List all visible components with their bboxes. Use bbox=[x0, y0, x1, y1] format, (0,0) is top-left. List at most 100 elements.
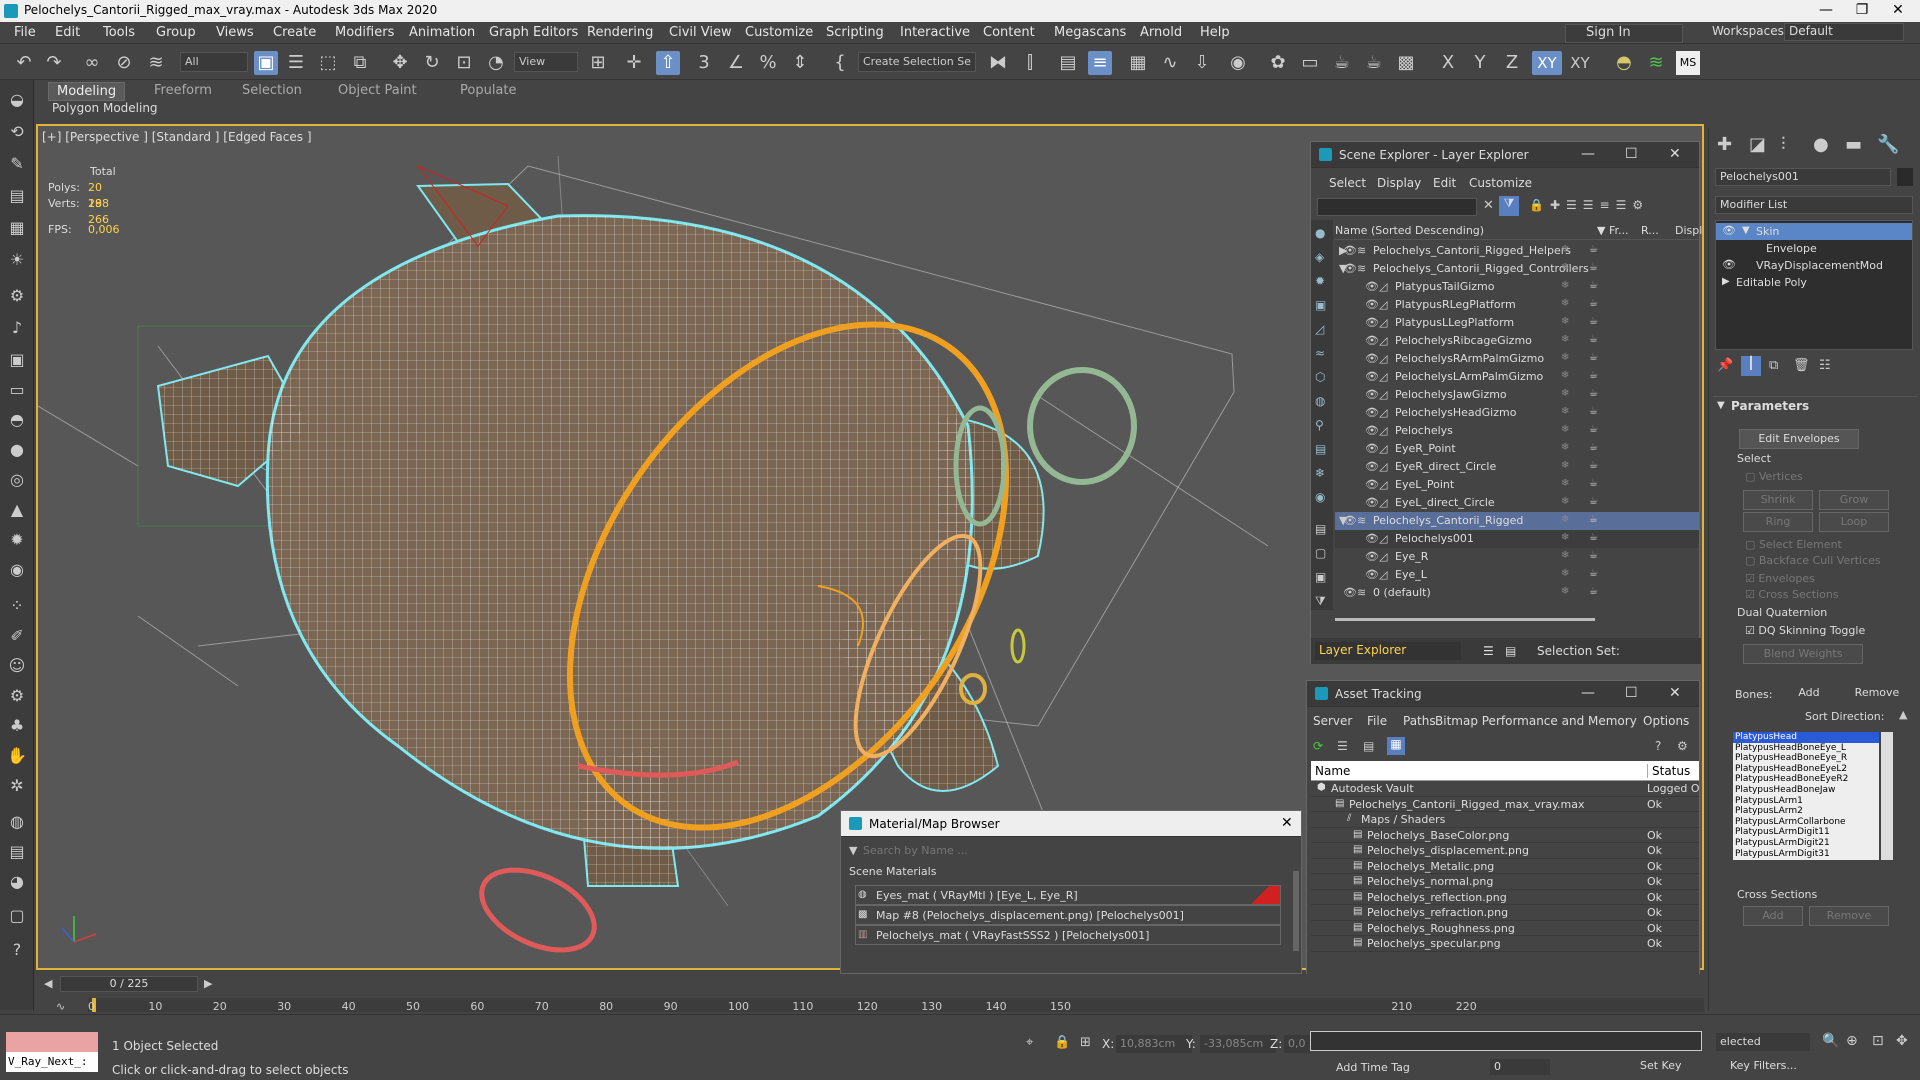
asset-menu-options[interactable]: Options bbox=[1643, 714, 1689, 728]
bone-item[interactable]: PlatypusLArmDigit31 bbox=[1733, 849, 1879, 860]
scene-materials-section[interactable]: Scene Materials bbox=[849, 865, 936, 878]
visibility-eye-icon[interactable]: 👁 bbox=[1365, 568, 1379, 581]
eye-icon[interactable]: 👁 bbox=[1722, 258, 1736, 271]
unlink-icon[interactable]: ⊘ bbox=[112, 51, 136, 75]
menu-create[interactable]: Create bbox=[273, 25, 316, 40]
asset-row[interactable]: ▤ Pelochelys_Metalic.png Ok bbox=[1311, 859, 1699, 874]
menu-arnold[interactable]: Arnold bbox=[1140, 25, 1182, 40]
stack-item-editable-poly[interactable]: ▶ Editable Poly bbox=[1716, 274, 1912, 291]
asset-menu-file[interactable]: File bbox=[1367, 714, 1387, 728]
sphere-icon[interactable]: ● bbox=[6, 440, 28, 462]
asset-menu-bitmap[interactable]: Bitmap Performance and Memory bbox=[1435, 714, 1637, 728]
asset-col-status[interactable]: Status bbox=[1647, 764, 1690, 778]
asset-tracking-titlebar[interactable]: Asset Tracking — ☐ ✕ bbox=[1307, 681, 1699, 707]
cross-section-add-button[interactable]: Add bbox=[1743, 906, 1803, 926]
expand-icon[interactable]: ▶ bbox=[1722, 276, 1730, 287]
menu-file[interactable]: File bbox=[14, 25, 36, 40]
undo-icon[interactable]: ↶ bbox=[12, 51, 36, 75]
layer-row[interactable]: ▼ 👁 ≋ Pelochelys_Cantorii_Rigged ❄ ☕ bbox=[1335, 512, 1699, 530]
minimize-button[interactable]: — bbox=[1581, 685, 1595, 701]
help-icon[interactable]: ? bbox=[6, 940, 28, 962]
material-search-input[interactable] bbox=[863, 841, 1293, 859]
teapot-icon[interactable]: ◒ bbox=[6, 90, 28, 112]
snaps-toggle-icon[interactable]: 3 bbox=[692, 51, 716, 75]
freeze-icon[interactable]: ❄ bbox=[1561, 460, 1569, 471]
zoom-all-icon[interactable]: ⊕ bbox=[1846, 1033, 1858, 1049]
ball-icon[interactable]: ◉ bbox=[6, 560, 28, 582]
renderable-icon[interactable]: ☕ bbox=[1589, 586, 1598, 597]
material-item[interactable]: ◍ Eyes_mat ( VRayMtl ) [Eye_L, Eye_R] bbox=[855, 885, 1281, 905]
minimize-button[interactable]: — bbox=[1806, 2, 1846, 18]
object-row[interactable]: 👁 ◿ PlatypusLLegPlatform ❄ ☕ bbox=[1335, 314, 1699, 332]
renderable-icon[interactable]: ☕ bbox=[1589, 532, 1598, 543]
parameters-rollout-header[interactable]: ▼ Parameters bbox=[1713, 396, 1917, 414]
time-slider[interactable]: 0 / 225 bbox=[60, 976, 198, 992]
horizontal-scrollbar[interactable] bbox=[1335, 618, 1595, 621]
visibility-eye-icon[interactable]: 👁 bbox=[1365, 334, 1379, 347]
material-editor-icon[interactable]: ◉ bbox=[1226, 51, 1250, 75]
utilities-tab-icon[interactable]: 🔧 bbox=[1877, 134, 1899, 155]
visibility-eye-icon[interactable]: 👁 bbox=[1343, 586, 1357, 599]
save-layer-icon[interactable]: ▤ bbox=[1505, 644, 1516, 658]
minimize-button[interactable]: — bbox=[1581, 146, 1595, 162]
material-item[interactable]: ▥ Pelochelys_mat ( VRayFastSSS2 ) [Peloc… bbox=[855, 925, 1281, 945]
rotate-icon[interactable]: ↻ bbox=[420, 51, 444, 75]
edit-envelopes-button[interactable]: Edit Envelopes bbox=[1739, 429, 1859, 449]
tab-selection[interactable]: Selection bbox=[234, 82, 310, 99]
toggle-ribbon-icon[interactable]: ▦ bbox=[1126, 51, 1150, 75]
display-xrefs-icon[interactable]: ◍ bbox=[1315, 394, 1325, 408]
toggle-layer-explorer-icon[interactable]: ≡ bbox=[1088, 51, 1112, 75]
film-icon[interactable]: ▣ bbox=[6, 350, 28, 372]
bone-item[interactable]: PlatypusHeadBoneEye_R bbox=[1733, 753, 1879, 764]
asset-menu-server[interactable]: Server bbox=[1313, 714, 1352, 728]
key-mode-select[interactable]: elected bbox=[1716, 1033, 1810, 1051]
bone-item[interactable]: PlatypusLArmCollarbone bbox=[1733, 817, 1879, 828]
window-icon[interactable]: ▢ bbox=[6, 906, 28, 928]
renderable-icon[interactable]: ☕ bbox=[1589, 514, 1598, 525]
maxscript-mini-listener[interactable]: V_Ray_Next_: bbox=[6, 1052, 98, 1072]
freeze-icon[interactable]: ❄ bbox=[1561, 424, 1569, 435]
scene-search-input[interactable] bbox=[1317, 198, 1477, 216]
cog-icon[interactable]: ✲ bbox=[6, 776, 28, 798]
menu-edit[interactable]: Edit bbox=[55, 25, 80, 40]
loop-button[interactable]: Loop bbox=[1819, 512, 1889, 532]
renderable-icon[interactable]: ☕ bbox=[1589, 370, 1598, 381]
bone-item[interactable]: PlatypusLArm2 bbox=[1733, 806, 1879, 817]
vertices-checkbox[interactable]: ▢ Vertices bbox=[1745, 470, 1803, 483]
freeze-icon[interactable]: ❄ bbox=[1561, 352, 1569, 363]
stack-item-skin[interactable]: 👁 ▼ Skin bbox=[1716, 223, 1912, 240]
isolate-selection-icon[interactable]: ⌖ bbox=[1026, 1035, 1033, 1050]
object-row[interactable]: 👁 ◿ Eye_R ❄ ☕ bbox=[1335, 548, 1699, 566]
bones-scrollbar[interactable] bbox=[1881, 732, 1893, 860]
freeze-icon[interactable]: ❄ bbox=[1561, 388, 1569, 399]
rotate-view-icon[interactable]: ⟲ bbox=[6, 122, 28, 144]
col-render-header[interactable]: R... bbox=[1641, 224, 1659, 237]
next-frame-icon[interactable]: ▶ bbox=[204, 977, 212, 990]
edit-named-sets-icon[interactable]: { bbox=[828, 51, 852, 75]
visibility-eye-icon[interactable]: 👁 bbox=[1365, 280, 1379, 293]
bone-item[interactable]: PlatypusHeadBoneEye_L bbox=[1733, 743, 1879, 754]
layers-icon[interactable]: ▤ bbox=[6, 842, 28, 864]
configure-sets-icon[interactable]: ☷ bbox=[1819, 358, 1831, 373]
viewport-label[interactable]: [+] [Perspective ] [Standard ] [Edged Fa… bbox=[42, 130, 312, 144]
visibility-eye-icon[interactable]: 👁 bbox=[1365, 460, 1379, 473]
maximize-button[interactable]: ☐ bbox=[1625, 146, 1638, 162]
earth-icon[interactable]: ◕ bbox=[6, 872, 28, 894]
renderable-icon[interactable]: ☕ bbox=[1589, 316, 1598, 327]
object-row[interactable]: 👁 ◿ EyeL_Point ❄ ☕ bbox=[1335, 476, 1699, 494]
object-row[interactable]: 👁 ◿ EyeR_direct_Circle ❄ ☕ bbox=[1335, 458, 1699, 476]
list-view-icon[interactable]: ☰ bbox=[1337, 739, 1348, 753]
cross-sections-checkbox[interactable]: ☑ Cross Sections bbox=[1745, 588, 1839, 601]
bone-item[interactable]: PlatypusHeadBoneEyeL2 bbox=[1733, 764, 1879, 775]
renderable-icon[interactable]: ☕ bbox=[1589, 280, 1598, 291]
ribbon-subtab[interactable]: Polygon Modeling bbox=[44, 100, 166, 116]
renderable-icon[interactable]: ☕ bbox=[1589, 460, 1598, 471]
menu-megascans[interactable]: Megascans bbox=[1054, 25, 1126, 40]
scene-menu-select[interactable]: Select bbox=[1329, 176, 1366, 190]
asset-row[interactable]: ▤ Pelochelys_displacement.png Ok bbox=[1311, 843, 1699, 859]
redo-icon[interactable]: ↷ bbox=[42, 51, 66, 75]
render-iterative-icon[interactable]: ☕ bbox=[1362, 51, 1386, 75]
workspaces-select[interactable]: Default bbox=[1784, 23, 1904, 41]
layer-row[interactable]: ▼ 👁 ≋ Pelochelys_Cantorii_Rigged_Controller… bbox=[1335, 260, 1699, 278]
asset-row[interactable]: ▤ Pelochelys_reflection.png Ok bbox=[1311, 890, 1699, 905]
